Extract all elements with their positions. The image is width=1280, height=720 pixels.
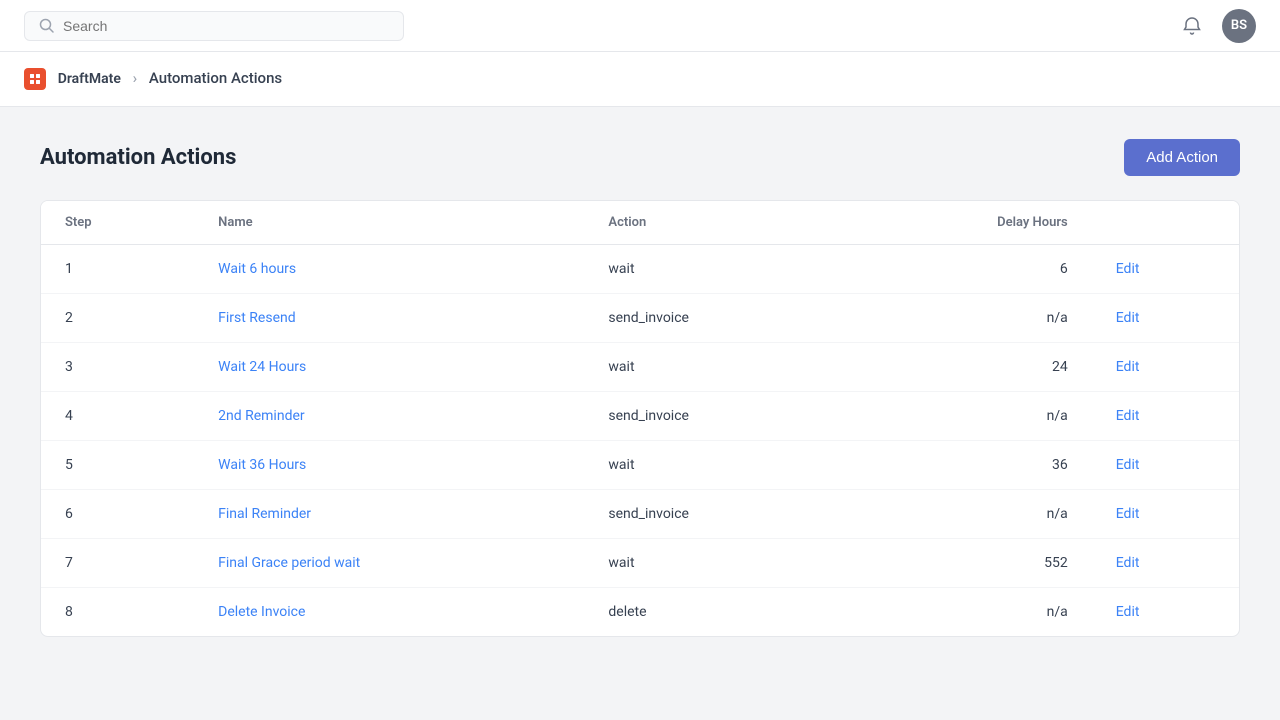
cell-delay-hours: 24: [848, 343, 1091, 392]
cell-action: send_invoice: [584, 490, 848, 539]
edit-link[interactable]: Edit: [1116, 359, 1140, 375]
cell-delay-hours: n/a: [848, 294, 1091, 343]
search-icon: [39, 18, 55, 34]
name-link[interactable]: First Resend: [218, 310, 296, 326]
app-logo-icon: [24, 68, 46, 90]
cell-name: First Resend: [194, 294, 584, 343]
cell-edit: Edit: [1092, 588, 1239, 637]
table-row: 3 Wait 24 Hours wait24 Edit: [41, 343, 1239, 392]
app-name: DraftMate: [58, 71, 121, 87]
cell-name: Wait 6 hours: [194, 245, 584, 294]
table-row: 6 Final Reminder send_invoicen/a Edit: [41, 490, 1239, 539]
table-row: 5 Wait 36 Hours wait36 Edit: [41, 441, 1239, 490]
cell-action: send_invoice: [584, 294, 848, 343]
name-link[interactable]: Wait 24 Hours: [218, 359, 306, 375]
col-header-delay-hours: Delay Hours: [848, 201, 1091, 245]
main-content: Automation Actions Add Action Step Name …: [0, 107, 1280, 669]
cell-name: Wait 24 Hours: [194, 343, 584, 392]
col-header-edit: [1092, 201, 1239, 245]
bell-icon: [1182, 16, 1202, 36]
cell-edit: Edit: [1092, 343, 1239, 392]
cell-edit: Edit: [1092, 490, 1239, 539]
cell-delay-hours: 6: [848, 245, 1091, 294]
search-bar[interactable]: [24, 11, 404, 41]
cell-edit: Edit: [1092, 294, 1239, 343]
cell-step: 6: [41, 490, 194, 539]
edit-link[interactable]: Edit: [1116, 261, 1140, 277]
cell-step: 8: [41, 588, 194, 637]
col-header-action: Action: [584, 201, 848, 245]
table-row: 4 2nd Reminder send_invoicen/a Edit: [41, 392, 1239, 441]
draftmate-icon: [28, 72, 42, 86]
cell-action: wait: [584, 245, 848, 294]
table-row: 1 Wait 6 hours wait6 Edit: [41, 245, 1239, 294]
cell-step: 5: [41, 441, 194, 490]
cell-delay-hours: n/a: [848, 490, 1091, 539]
cell-action: delete: [584, 588, 848, 637]
edit-link[interactable]: Edit: [1116, 604, 1140, 620]
edit-link[interactable]: Edit: [1116, 457, 1140, 473]
name-link[interactable]: Final Grace period wait: [218, 555, 360, 571]
cell-delay-hours: 36: [848, 441, 1091, 490]
cell-name: Final Reminder: [194, 490, 584, 539]
cell-name: 2nd Reminder: [194, 392, 584, 441]
breadcrumb-separator: ›: [133, 69, 138, 87]
cell-name: Delete Invoice: [194, 588, 584, 637]
cell-name: Final Grace period wait: [194, 539, 584, 588]
page-header: Automation Actions Add Action: [40, 139, 1240, 176]
cell-action: send_invoice: [584, 392, 848, 441]
name-link[interactable]: Wait 6 hours: [218, 261, 296, 277]
cell-edit: Edit: [1092, 539, 1239, 588]
name-link[interactable]: Wait 36 Hours: [218, 457, 306, 473]
name-link[interactable]: Delete Invoice: [218, 604, 305, 620]
sub-header: DraftMate › Automation Actions: [0, 52, 1280, 107]
edit-link[interactable]: Edit: [1116, 555, 1140, 571]
automation-actions-table: Step Name Action Delay Hours 1 Wait 6 hou…: [41, 201, 1239, 636]
cell-action: wait: [584, 343, 848, 392]
col-header-step: Step: [41, 201, 194, 245]
edit-link[interactable]: Edit: [1116, 408, 1140, 424]
edit-link[interactable]: Edit: [1116, 310, 1140, 326]
cell-step: 7: [41, 539, 194, 588]
cell-delay-hours: n/a: [848, 392, 1091, 441]
add-action-button[interactable]: Add Action: [1124, 139, 1240, 176]
top-nav: BS: [0, 0, 1280, 52]
cell-delay-hours: n/a: [848, 588, 1091, 637]
breadcrumb: DraftMate › Automation Actions: [24, 68, 1256, 90]
table-row: 2 First Resend send_invoicen/a Edit: [41, 294, 1239, 343]
table-row: 7 Final Grace period wait wait552 Edit: [41, 539, 1239, 588]
cell-edit: Edit: [1092, 441, 1239, 490]
notifications-button[interactable]: [1178, 12, 1206, 40]
cell-delay-hours: 552: [848, 539, 1091, 588]
page-title: Automation Actions: [40, 145, 236, 170]
cell-step: 3: [41, 343, 194, 392]
table-header-row: Step Name Action Delay Hours: [41, 201, 1239, 245]
col-header-name: Name: [194, 201, 584, 245]
name-link[interactable]: Final Reminder: [218, 506, 311, 522]
cell-action: wait: [584, 441, 848, 490]
avatar[interactable]: BS: [1222, 9, 1256, 43]
cell-step: 1: [41, 245, 194, 294]
cell-step: 4: [41, 392, 194, 441]
nav-right: BS: [1178, 9, 1256, 43]
name-link[interactable]: 2nd Reminder: [218, 408, 305, 424]
table-row: 8 Delete Invoice deleten/a Edit: [41, 588, 1239, 637]
search-input[interactable]: [63, 18, 389, 34]
cell-edit: Edit: [1092, 245, 1239, 294]
table-container: Step Name Action Delay Hours 1 Wait 6 hou…: [40, 200, 1240, 637]
edit-link[interactable]: Edit: [1116, 506, 1140, 522]
cell-step: 2: [41, 294, 194, 343]
cell-action: wait: [584, 539, 848, 588]
breadcrumb-current: Automation Actions: [149, 69, 282, 87]
cell-edit: Edit: [1092, 392, 1239, 441]
cell-name: Wait 36 Hours: [194, 441, 584, 490]
